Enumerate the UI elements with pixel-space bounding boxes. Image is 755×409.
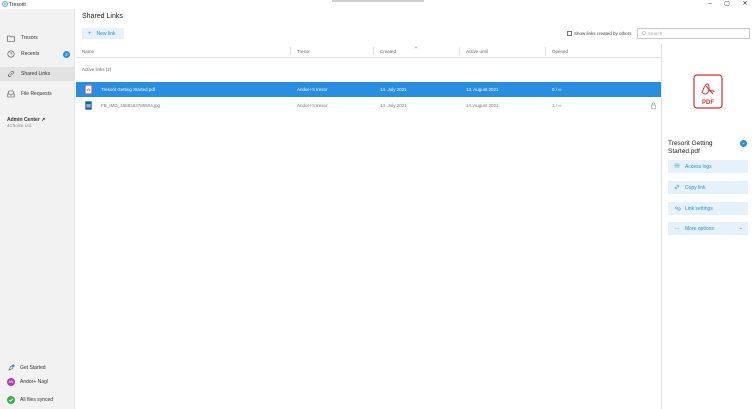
get-started-item[interactable]: Get Started xyxy=(7,363,46,372)
file-name: FB_IMG_1558163786504.jpg xyxy=(101,103,161,108)
copy-link-button[interactable]: Copy link xyxy=(668,181,748,194)
organization-name: 4Choice Ltd. xyxy=(7,123,33,128)
page-title: Shared Links xyxy=(82,13,123,20)
pdf-label: PDF xyxy=(702,100,714,106)
sidebar-item-label: Shared Links xyxy=(21,71,51,77)
show-others-label: Show links created by others xyxy=(574,31,632,36)
pdf-file-icon xyxy=(85,85,92,94)
tresor-name: Andor+'s tresor xyxy=(297,103,328,108)
column-tresor[interactable]: Tresor xyxy=(297,49,310,54)
sidebar-item-file-requests[interactable]: File Requests xyxy=(0,87,74,101)
copy-link-label: Copy link xyxy=(685,184,706,191)
column-created[interactable]: Created xyxy=(380,49,396,54)
column-divider[interactable] xyxy=(290,47,291,55)
active-until-date: 14. August 2021 xyxy=(466,103,499,108)
inbox-icon xyxy=(7,90,15,98)
sidebar: Tresors Recents 2 Shared Links File Requ… xyxy=(0,9,75,409)
sidebar-item-label: File Requests xyxy=(21,91,52,97)
section-label: Active links (2) xyxy=(82,67,112,72)
list-icon xyxy=(674,163,680,170)
column-name[interactable]: Name xyxy=(82,49,94,54)
more-options-label: More options xyxy=(685,225,714,232)
show-others-toggle[interactable]: Show links created by others xyxy=(567,31,632,36)
new-link-button[interactable]: + New link xyxy=(82,28,124,39)
table-row[interactable]: FB_IMG_1558163786504.jpg Andor+'s tresor… xyxy=(76,98,661,113)
user-name: Andor+ Nagl xyxy=(20,378,48,385)
maximize-button[interactable]: ▢ xyxy=(720,0,734,9)
sort-ascending-icon xyxy=(414,46,418,49)
plus-icon: + xyxy=(88,30,92,37)
title-bar: Tresorit – ▢ ✕ xyxy=(0,0,755,9)
column-opened[interactable]: Opened xyxy=(552,49,568,54)
user-account-item[interactable]: AN Andor+ Nagl xyxy=(7,377,48,386)
sidebar-item-tresors[interactable]: Tresors xyxy=(0,31,74,45)
image-file-icon xyxy=(85,101,92,110)
folder-icon xyxy=(7,34,15,42)
get-started-label: Get Started xyxy=(20,364,46,371)
clock-icon xyxy=(7,50,15,58)
sidebar-item-recents[interactable]: Recents 2 xyxy=(0,47,74,61)
new-link-label: New link xyxy=(96,30,116,37)
link-icon xyxy=(674,184,680,192)
recents-count-badge: 2 xyxy=(63,50,70,58)
avatar: AN xyxy=(7,377,15,386)
title-drag-region xyxy=(332,0,424,2)
created-date: 14. July 2021 xyxy=(380,87,407,92)
tresor-name: Andor+'s tresor xyxy=(297,87,328,92)
minimize-button[interactable]: – xyxy=(703,0,717,9)
access-logs-label: Access logs xyxy=(685,163,712,170)
sync-status-label: All files synced xyxy=(20,396,54,403)
sidebar-item-label: Tresors xyxy=(21,35,38,41)
sidebar-item-shared-links[interactable]: Shared Links xyxy=(0,67,74,81)
access-logs-button[interactable]: Access logs xyxy=(668,160,748,173)
app-title: Tresorit xyxy=(9,1,26,8)
search-input[interactable]: Search xyxy=(637,28,750,39)
opened-count: 0 / ∞ xyxy=(552,87,562,92)
detail-file-name: Tresorit Getting Started.pdf xyxy=(668,140,713,155)
lock-icon xyxy=(651,102,656,109)
opened-count: 1 / ∞ xyxy=(552,103,562,108)
tresorit-logo-icon xyxy=(2,1,8,7)
link-settings-label: Link settings xyxy=(685,205,713,212)
table-row[interactable]: Tresorit Getting Started.pdf Andor+'s tr… xyxy=(76,82,661,97)
search-placeholder: Search xyxy=(648,31,663,36)
more-options-button[interactable]: ··· More options ⌄ xyxy=(668,222,748,235)
file-name: Tresorit Getting Started.pdf xyxy=(101,87,156,92)
column-divider[interactable] xyxy=(545,47,546,55)
shared-link-badge-icon xyxy=(740,140,747,147)
pdf-file-icon: PDF xyxy=(693,74,723,109)
show-others-checkbox[interactable] xyxy=(567,31,572,36)
column-active-until[interactable]: Active until xyxy=(466,49,488,54)
settings-link-icon xyxy=(674,205,681,213)
created-date: 14. July 2021 xyxy=(380,103,407,108)
search-icon xyxy=(641,31,646,36)
check-icon xyxy=(7,395,15,404)
rocket-icon xyxy=(7,364,15,372)
link-settings-button[interactable]: Link settings xyxy=(668,202,748,215)
chevron-down-icon: ⌄ xyxy=(738,225,743,231)
close-button[interactable]: ✕ xyxy=(738,0,752,9)
link-icon xyxy=(7,70,15,78)
table-header: Name Tresor Created Active until Opened xyxy=(76,44,661,58)
sidebar-item-label: Recents xyxy=(21,51,40,57)
column-divider[interactable] xyxy=(459,47,460,55)
active-until-date: 13. August 2021 xyxy=(466,87,499,92)
more-icon: ··· xyxy=(674,225,680,232)
column-divider[interactable] xyxy=(373,47,374,55)
detail-panel: PDF Tresorit Getting Started.pdf Access … xyxy=(661,44,755,409)
sync-status-item[interactable]: All files synced xyxy=(7,395,53,404)
